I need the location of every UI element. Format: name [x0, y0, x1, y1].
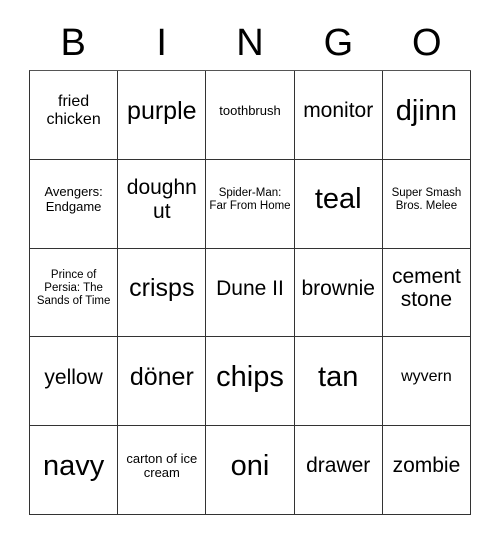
bingo-cell-o2[interactable]: Super Smash Bros. Melee	[382, 159, 472, 249]
bingo-header-letter-g: G	[323, 22, 354, 64]
bingo-cell-label: teal	[314, 183, 362, 216]
bingo-cell-label: Prince of Persia: The Sands of Time	[36, 269, 111, 307]
bingo-cell-i4[interactable]: döner	[118, 337, 207, 427]
bingo-cell-label: wyvern	[401, 368, 452, 386]
bingo-cell-g3[interactable]: brownie	[294, 248, 383, 338]
bingo-cell-label: zombie	[392, 454, 461, 478]
bingo-cell-n2[interactable]: Spider-Man: Far From Home	[206, 159, 295, 249]
bingo-cell-o1[interactable]: djinn	[382, 71, 472, 160]
bingo-cell-label: carton of ice cream	[126, 450, 198, 481]
bingo-cell-n1[interactable]: toothbrush	[206, 71, 295, 160]
bingo-cell-b1[interactable]: fried chicken	[30, 71, 119, 160]
bingo-cell-i1[interactable]: purple	[118, 71, 207, 160]
bingo-cell-label: brownie	[301, 276, 375, 300]
bingo-cell-g2[interactable]: teal	[294, 159, 383, 249]
bingo-cell-o5[interactable]: zombie	[382, 426, 472, 515]
bingo-cell-i5[interactable]: carton of ice cream	[118, 426, 207, 515]
bingo-cell-label: monitor	[303, 99, 374, 123]
bingo-row: Prince of Persia: The Sands of Time cris…	[30, 248, 472, 338]
bingo-cell-g5[interactable]: drawer	[294, 426, 383, 515]
bingo-card: B I N G O fried chicken purple toothbrus…	[0, 0, 500, 544]
bingo-cell-n3[interactable]: Dune II	[206, 248, 295, 338]
bingo-cell-label: drawer	[306, 454, 371, 478]
bingo-cell-i3[interactable]: crisps	[118, 248, 207, 338]
bingo-cell-label: crisps	[129, 274, 195, 303]
bingo-cell-g4[interactable]: tan	[294, 337, 383, 427]
bingo-row: fried chicken purple toothbrush monitor …	[30, 71, 472, 160]
bingo-header-letter-n: N	[236, 22, 264, 64]
bingo-cell-label: cement stone	[391, 264, 461, 312]
bingo-cell-b2[interactable]: Avengers: Endgame	[30, 159, 119, 249]
bingo-cell-label: djinn	[395, 94, 458, 127]
bingo-cell-label: tan	[318, 361, 359, 394]
bingo-row: yellow döner chips tan wyvern	[30, 337, 472, 427]
bingo-cell-o3[interactable]: cement stone	[382, 248, 472, 338]
bingo-grid: fried chicken purple toothbrush monitor …	[29, 70, 472, 515]
bingo-header-letter-o: O	[412, 22, 442, 64]
bingo-cell-b4[interactable]: yellow	[30, 337, 119, 427]
bingo-cell-label: Spider-Man: Far From Home	[209, 186, 291, 212]
bingo-cell-b3[interactable]: Prince of Persia: The Sands of Time	[30, 248, 119, 338]
bingo-cell-label: fried chicken	[46, 92, 101, 128]
bingo-cell-label: Dune II	[216, 276, 284, 300]
bingo-cell-g1[interactable]: monitor	[294, 71, 383, 160]
bingo-cell-i2[interactable]: doughnut	[118, 159, 207, 249]
bingo-cell-n5[interactable]: oni	[206, 426, 295, 515]
bingo-cell-label: Super Smash Bros. Melee	[391, 186, 462, 212]
bingo-cell-label: yellow	[44, 365, 103, 389]
bingo-cell-label: döner	[129, 363, 194, 392]
bingo-row: navy carton of ice cream oni drawer zomb…	[30, 426, 472, 515]
bingo-cell-label: oni	[230, 449, 270, 482]
bingo-row: Avengers: Endgame doughnut Spider-Man: F…	[30, 159, 472, 249]
bingo-cell-n4[interactable]: chips	[206, 337, 295, 427]
bingo-header: B I N G O	[29, 18, 471, 68]
bingo-cell-label: navy	[42, 449, 105, 482]
bingo-header-letter-b: B	[60, 22, 86, 64]
bingo-cell-label: chips	[216, 361, 284, 394]
bingo-cell-label: purple	[127, 96, 197, 125]
bingo-cell-label: doughnut	[126, 176, 197, 223]
bingo-cell-o4[interactable]: wyvern	[382, 337, 472, 427]
bingo-cell-b5[interactable]: navy	[30, 426, 119, 515]
bingo-header-letter-i: I	[156, 22, 167, 64]
bingo-cell-label: toothbrush	[219, 102, 281, 118]
bingo-cell-label: Avengers: Endgame	[44, 184, 103, 214]
